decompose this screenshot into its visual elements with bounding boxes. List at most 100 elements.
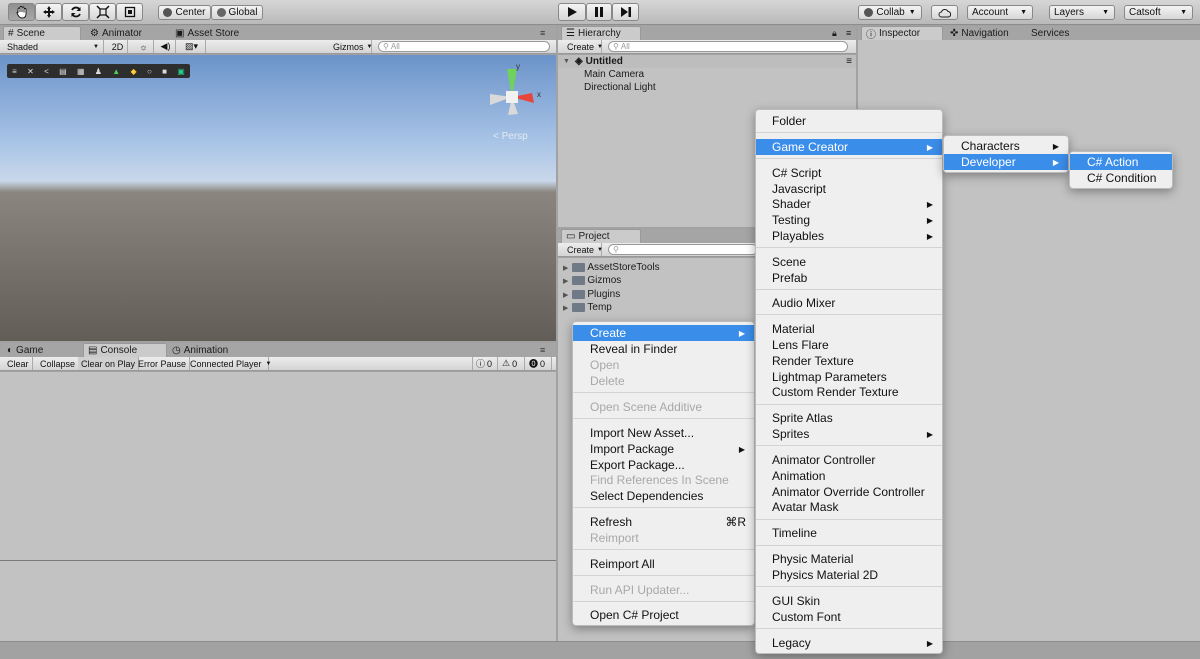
tab-services[interactable]: Services (1027, 26, 1087, 40)
menu-item-sprite-atlas[interactable]: Sprite Atlas (756, 410, 942, 426)
pause-button[interactable] (586, 3, 612, 21)
expand-triangle-icon[interactable]: ▶ (563, 277, 568, 285)
panel-menu-icon[interactable]: ≡ (540, 28, 545, 38)
menu-item-animator-override-controller[interactable]: Animator Override Controller (756, 484, 942, 500)
project-search-input[interactable]: ⚲ (608, 244, 758, 255)
clear-on-play-toggle[interactable]: Clear on Play (78, 357, 140, 370)
tab-navigation[interactable]: ✜ Navigation (946, 26, 1026, 40)
row-menu-icon[interactable]: ≡ (846, 56, 852, 67)
menu-item-lens-flare[interactable]: Lens Flare (756, 337, 942, 353)
clear-button[interactable]: Clear (4, 357, 33, 370)
tab-hierarchy[interactable]: ☰ Hierarchy (561, 26, 641, 40)
share-icon[interactable]: < (44, 67, 49, 76)
tab-animator[interactable]: ⚙ Animator (86, 26, 166, 40)
menu-item-timeline[interactable]: Timeline (756, 525, 942, 541)
close-icon[interactable]: ✕ (27, 67, 34, 76)
menu-item-folder[interactable]: Folder (756, 113, 942, 129)
menu-item-javascript[interactable]: Javascript (756, 181, 942, 197)
menu-item-refresh[interactable]: Refresh ⌘R (573, 514, 754, 530)
scale-tool-button[interactable] (89, 3, 116, 21)
menu-item-shader[interactable]: Shader ▶ (756, 196, 942, 212)
menu-item-playables[interactable]: Playables ▶ (756, 228, 942, 244)
panel-menu-icon[interactable]: ≡ (846, 28, 851, 38)
menu-icon[interactable]: ≡ (12, 67, 17, 76)
folder-row[interactable]: ▶ Plugins (563, 288, 620, 301)
menu-item-legacy[interactable]: Legacy ▶ (756, 635, 942, 651)
error-pause-button[interactable]: Error Pause (135, 357, 191, 370)
list-icon[interactable]: ▦ (77, 67, 85, 76)
folder-row[interactable]: ▶ Gizmos (563, 274, 621, 287)
menu-item-animation[interactable]: Animation (756, 468, 942, 484)
mode-2d-toggle[interactable]: 2D (108, 40, 128, 53)
folder-row[interactable]: ▶ Temp (563, 301, 612, 314)
tab-project[interactable]: ▭ Project (561, 229, 641, 243)
menu-item-select-dependencies[interactable]: Select Dependencies (573, 488, 754, 504)
hand-tool-button[interactable] (8, 3, 35, 21)
hierarchy-create-dropdown[interactable]: Create ▼ (564, 40, 603, 53)
info-count-toggle[interactable]: ⓘ 0 (472, 357, 498, 370)
console-detail-area[interactable] (0, 561, 556, 641)
menu-item-csharp-script[interactable]: C# Script (756, 165, 942, 181)
move-tool-button[interactable] (35, 3, 62, 21)
menu-item-game-creator[interactable]: Game Creator ▶ (756, 139, 942, 155)
hierarchy-search-input[interactable]: ⚲ All (608, 41, 848, 52)
menu-item-reveal-in-finder[interactable]: Reveal in Finder (573, 341, 754, 357)
tag-icon[interactable]: ◆ (130, 67, 136, 76)
tab-game[interactable]: ◐ Game (3, 343, 73, 357)
lighting-toggle[interactable]: ☼ (134, 40, 154, 53)
arrow-up-icon[interactable]: ▲ (112, 67, 120, 76)
menu-item-import-new-asset[interactable]: Import New Asset... (573, 425, 754, 441)
play-button[interactable] (558, 3, 586, 21)
menu-item-lightmap-parameters[interactable]: Lightmap Parameters (756, 369, 942, 385)
menu-item-audio-mixer[interactable]: Audio Mixer (756, 295, 942, 311)
menu-item-custom-font[interactable]: Custom Font (756, 609, 942, 625)
space-toggle[interactable]: Global (211, 5, 263, 20)
rotate-tool-button[interactable] (62, 3, 89, 21)
persp-label[interactable]: < Persp (493, 131, 528, 142)
refresh-icon[interactable]: ○ (147, 67, 152, 76)
hierarchy-item[interactable]: Directional Light (584, 82, 656, 93)
audio-toggle[interactable]: ◀) (156, 40, 176, 53)
rect-tool-button[interactable] (116, 3, 143, 21)
menu-item-avatar-mask[interactable]: Avatar Mask (756, 499, 942, 515)
menu-item-reimport-all[interactable]: Reimport All (573, 556, 754, 572)
scene-search-input[interactable]: ⚲ All (378, 41, 550, 52)
menu-item-render-texture[interactable]: Render Texture (756, 353, 942, 369)
scene-root-row[interactable]: ▼ ◈ Untitled ≡ (558, 55, 856, 68)
connected-player-dropdown[interactable]: Connected Player ▼ (187, 357, 272, 370)
menu-item-material[interactable]: Material (756, 321, 942, 337)
expand-triangle-icon[interactable]: ▶ (563, 304, 568, 312)
warning-count-toggle[interactable]: ⚠ 0 (499, 357, 525, 370)
account-dropdown[interactable]: Account ▼ (967, 5, 1033, 20)
gizmos-dropdown[interactable]: Gizmos ▼ (330, 40, 372, 53)
lock-icon[interactable]: 🔒︎ (832, 28, 837, 39)
menu-item-import-package[interactable]: Import Package ▶ (573, 441, 754, 457)
menu-item-characters[interactable]: Characters ▶ (944, 138, 1068, 154)
console-log-area[interactable] (0, 372, 556, 560)
menu-item-export-package[interactable]: Export Package... (573, 457, 754, 473)
expand-triangle-icon[interactable]: ▼ (563, 58, 570, 65)
menu-item-developer[interactable]: Developer ▶ (944, 154, 1068, 170)
project-create-dropdown[interactable]: Create ▼ (564, 243, 603, 256)
shading-dropdown[interactable]: Shaded ▼ (4, 40, 104, 53)
collab-dropdown[interactable]: Collab ▼ (858, 5, 922, 20)
cloud-button[interactable] (931, 5, 958, 20)
layout-dropdown[interactable]: Catsoft ▼ (1124, 5, 1193, 20)
folder-row[interactable]: ▶ AssetStoreTools (563, 261, 660, 274)
menu-item-scene[interactable]: Scene (756, 254, 942, 270)
expand-triangle-icon[interactable]: ▶ (563, 264, 568, 272)
person-icon[interactable]: ♟ (95, 67, 102, 76)
effects-dropdown[interactable]: ▨▾ (178, 40, 206, 53)
tab-console[interactable]: ▤ Console (83, 343, 167, 357)
tab-asset-store[interactable]: ▣ Asset Store (171, 26, 261, 40)
menu-item-physic-material[interactable]: Physic Material (756, 551, 942, 567)
layers-dropdown[interactable]: Layers ▼ (1049, 5, 1115, 20)
step-button[interactable] (612, 3, 639, 21)
menu-item-prefab[interactable]: Prefab (756, 270, 942, 286)
menu-item-animator-controller[interactable]: Animator Controller (756, 452, 942, 468)
menu-item-open-csharp-project[interactable]: Open C# Project (573, 607, 754, 623)
menu-item-csharp-action[interactable]: C# Action (1070, 154, 1172, 170)
camera-icon[interactable]: ■ (162, 67, 167, 76)
hierarchy-item[interactable]: Main Camera (584, 69, 644, 80)
menu-item-custom-render-texture[interactable]: Custom Render Texture (756, 384, 942, 400)
